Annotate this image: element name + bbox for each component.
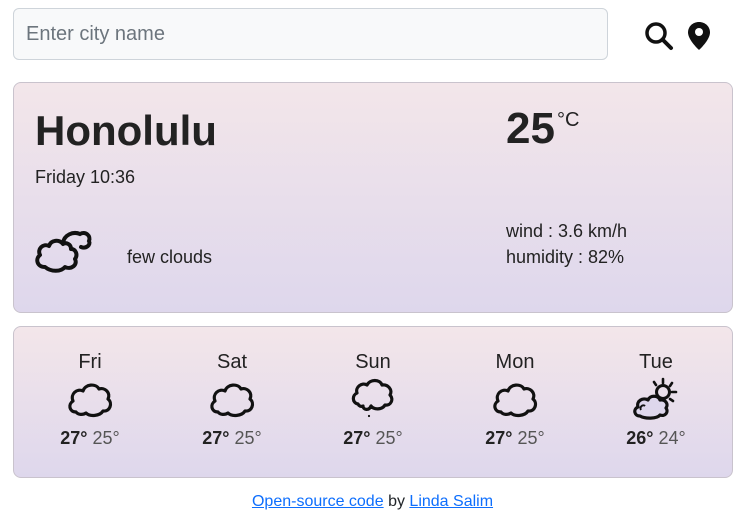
forecast-day: Sat 27° 25° [182,351,282,449]
few-clouds-icon [35,231,92,273]
cloud-icon [68,383,113,418]
temperature-unit: °C [556,109,580,131]
forecast-max: 27° [60,428,88,448]
forecast-max: 26° [626,428,654,448]
current-temperature: 25 °C [506,107,579,151]
partly-sunny-icon [633,377,678,420]
forecast-day-name: Sat [216,351,248,373]
forecast-temps: 27° 25° [465,428,565,449]
forecast-temps: 26° 24° [606,428,706,449]
forecast-min: 25° [92,428,120,448]
forecast-max: 27° [343,428,371,448]
forecast-day: Mon 27° 25° [465,351,565,449]
forecast-temps: 27° 25° [40,428,140,449]
humidity: humidity : 82% [506,247,625,267]
forecast-min: 25° [234,428,262,448]
forecast-day-name: Sun [355,351,391,373]
forecast-temps: 27° 25° [182,428,282,449]
author-link[interactable]: Linda Salim [409,493,493,510]
forecast-min: 25° [375,428,403,448]
search-bar [13,8,733,60]
forecast-day: Tue 26° 24° [606,351,706,449]
current-location-button[interactable] [683,20,715,52]
search-icon [645,22,673,50]
forecast-max: 27° [202,428,230,448]
forecast-max: 27° [485,428,513,448]
source-code-link[interactable]: Open-source code [252,493,384,510]
forecast-day: Sun 27° 25° [323,351,423,449]
cloud-icon [210,383,255,418]
forecast-temps: 27° 25° [323,428,423,449]
temperature-value: 25 [506,104,555,153]
current-datetime: Friday 10:36 [35,167,136,187]
forecast-card: Fri 27° 25° Sat 27° 25° Sun 27° 25° Mon … [13,326,733,478]
rain-cloud-icon [351,378,394,418]
forecast-day: Fri 27° 25° [40,351,140,449]
footer-by-text: by [388,493,405,510]
search-button[interactable] [643,20,675,52]
wind-speed: wind : 3.6 km/h [506,221,628,241]
forecast-day-name: Mon [495,351,535,373]
forecast-min: 25° [517,428,545,448]
city-search-input[interactable] [13,8,608,60]
current-weather-card: Honolulu Friday 10:36 25 °C few clouds w… [13,82,733,313]
forecast-day-name: Fri [78,351,102,373]
cloud-icon [493,383,538,418]
forecast-day-name: Tue [639,351,673,373]
city-name: Honolulu [35,107,217,154]
forecast-min: 24° [658,428,686,448]
map-marker-icon [688,22,710,50]
footer: Open-source code by Linda Salim [0,493,745,511]
weather-description: few clouds [127,247,213,267]
